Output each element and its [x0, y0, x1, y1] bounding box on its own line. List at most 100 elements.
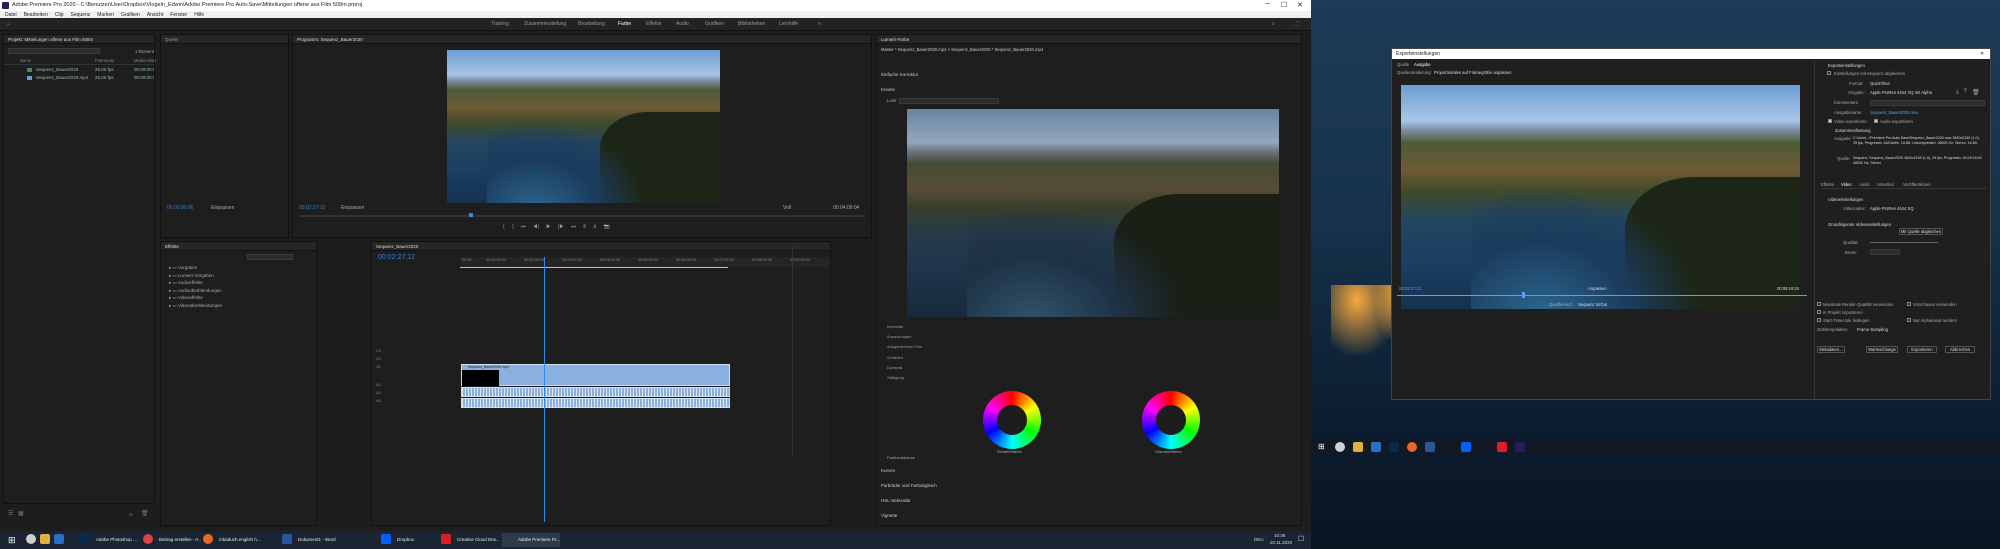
export-settings-header[interactable]: Exporteinstellungen	[1828, 63, 1865, 68]
program-playhead[interactable]	[469, 213, 473, 217]
list-view-icon[interactable]: ☰	[8, 510, 13, 517]
source-tab[interactable]: Quelle	[161, 35, 288, 44]
timeline-tab[interactable]: Sequenz_Bauer2020	[372, 242, 830, 251]
work-area-bar[interactable]	[460, 267, 728, 268]
section-farbrader[interactable]: Farbräder und Farbabgleich	[881, 483, 937, 488]
workspace-more-icon[interactable]: »	[818, 21, 821, 27]
slider-scharfen[interactable]: Schärfen	[887, 353, 922, 363]
video-clip[interactable]: Sequenz_Bauer2020.mp4	[461, 364, 730, 386]
slider-sattigung[interactable]: Sättigung	[887, 373, 922, 383]
summary-header[interactable]: Zusammenfassung	[1835, 128, 1871, 133]
workspace-training[interactable]: Training	[491, 21, 509, 27]
windows-start-icon-2[interactable]: ⊞	[1318, 442, 1325, 451]
close-button[interactable]: ✕	[1297, 1, 1303, 9]
step-forward-button[interactable]: |▶	[558, 224, 564, 230]
clock-time[interactable]: 10:38	[1274, 533, 1285, 538]
use-previews-checkbox[interactable]	[1907, 302, 1911, 306]
explorer-icon[interactable]	[40, 534, 50, 544]
audio-clip-a1[interactable]	[461, 387, 730, 397]
task-creative-cloud[interactable]: Creative Cloud Des...	[441, 533, 499, 547]
folder-audiouberblendungen[interactable]: ▸ ▭ Audioüberblendungen	[169, 287, 222, 295]
extract-button[interactable]: ⇩	[593, 224, 596, 230]
section-kurven[interactable]: Kurven	[881, 468, 895, 473]
section-vignette[interactable]: Vignette	[881, 513, 897, 518]
export-audio-checkbox[interactable]	[1874, 119, 1878, 123]
track-v3[interactable]: V3	[376, 347, 381, 355]
set-start-tc-checkbox[interactable]	[1817, 318, 1821, 322]
folder-videoeffekte[interactable]: ▸ ▭ Videoeffekte	[169, 294, 222, 302]
col-framerate[interactable]: Framerate	[95, 58, 114, 63]
store-icon[interactable]	[54, 534, 64, 544]
minimize-button[interactable]: ─	[1265, 1, 1270, 8]
alpha-only-checkbox[interactable]	[1907, 318, 1911, 322]
match-source-button[interactable]: Mit Quelle abgleichen	[1899, 228, 1943, 235]
chrome-icon[interactable]	[26, 534, 36, 544]
queue-button[interactable]: Warteschlange	[1866, 346, 1898, 353]
home-icon[interactable]: ⌂	[7, 21, 10, 27]
slider-anpassungen[interactable]: Anpassungen	[887, 332, 922, 342]
task-premiere[interactable]: Adobe Premiere Pr...	[502, 533, 560, 547]
tab-ausgabe[interactable]: Ausgabe	[1414, 62, 1431, 67]
track-a1[interactable]: A1	[376, 381, 381, 389]
workspace-farbe[interactable]: Farbe	[618, 21, 631, 27]
lumetri-tab[interactable]: Lumetri-Farbe	[877, 35, 1301, 44]
tab-quelle[interactable]: Quelle	[1397, 62, 1409, 67]
menu-fenster[interactable]: Fenster	[170, 12, 187, 18]
track-v1[interactable]: V1	[376, 363, 381, 371]
menu-hilfe[interactable]: Hilfe	[194, 12, 204, 18]
scaling-select[interactable]: Proportionales auf Framegröße anpassen	[1434, 70, 1512, 75]
output-name-link[interactable]: Sequenz_Bauer2020.mov	[1870, 110, 1918, 115]
task-mbaduch[interactable]: mbaduch english h...	[203, 533, 261, 547]
lift-button[interactable]: ⇧	[583, 224, 586, 230]
import-project-checkbox[interactable]	[1817, 310, 1821, 314]
notification-icon[interactable]: ☐	[1298, 535, 1304, 543]
source-fit-select[interactable]: Einpassen	[211, 205, 234, 211]
photoshop-icon-2[interactable]	[1389, 442, 1399, 452]
workspace-bearbeitung[interactable]: Bearbeitung	[578, 21, 605, 27]
menu-sequenz[interactable]: Sequenz	[71, 12, 91, 18]
fullscreen-icon[interactable]: ⛶	[1296, 21, 1300, 27]
export-video-checkbox[interactable]	[1828, 119, 1832, 123]
width-input[interactable]	[1870, 249, 1900, 255]
export-playhead[interactable]	[1522, 292, 1525, 298]
play-button[interactable]: ▶	[546, 224, 550, 230]
track-a2[interactable]: A2	[376, 389, 381, 397]
menu-datei[interactable]: Datei	[5, 12, 17, 18]
task-beitrag[interactable]: Beitrag erstellen - A...	[143, 533, 201, 547]
export-frame-button[interactable]: 📷	[604, 224, 610, 230]
step-back-button[interactable]: ◀|	[533, 224, 539, 230]
workspace-grafiken[interactable]: Grafiken	[705, 21, 724, 27]
go-to-out-button[interactable]: ⏭	[571, 224, 576, 230]
program-fit-select[interactable]: Einpassen	[341, 205, 364, 211]
slider-intensitat[interactable]: Intensität	[887, 322, 922, 332]
workspace-audio[interactable]: Audio	[676, 21, 689, 27]
video-settings-header[interactable]: Videoeinstellungen	[1828, 197, 1863, 202]
source-range-select[interactable]: Sequenz In/Out	[1578, 302, 1607, 307]
track-v2[interactable]: V2	[376, 355, 381, 363]
metadata-button[interactable]: Metadaten...	[1817, 346, 1845, 353]
icon-view-icon[interactable]: ▦	[18, 510, 24, 517]
firefox-icon-2[interactable]	[1407, 442, 1417, 452]
chrome-icon-2[interactable]	[1335, 442, 1345, 452]
tab-audio[interactable]: Audio	[1859, 182, 1870, 187]
slider-dynamik[interactable]: Dynamik	[887, 363, 922, 373]
task-dropbox[interactable]: Dropbox	[381, 533, 431, 547]
shadow-color-wheel[interactable]	[983, 391, 1041, 449]
quality-slider[interactable]	[1870, 242, 1938, 243]
premiere-icon-2[interactable]	[1515, 442, 1525, 452]
menu-bearbeiten[interactable]: Bearbeiten	[24, 12, 48, 18]
mark-out-button[interactable]: }	[512, 224, 514, 230]
section-einfache-korrektur[interactable]: Einfache Korrektur	[881, 72, 918, 77]
look-select[interactable]	[899, 98, 999, 104]
dropbox-icon-2[interactable]	[1461, 442, 1471, 452]
tab-effekte[interactable]: Effekte	[1821, 182, 1834, 187]
task-photoshop[interactable]: Adobe Photoshop ...	[80, 533, 140, 547]
cancel-button[interactable]: Abbrechen	[1945, 346, 1975, 353]
audio-clip-a2[interactable]	[461, 398, 730, 408]
menu-clip[interactable]: Clip	[55, 12, 64, 18]
program-quality-select[interactable]: Voll	[783, 205, 791, 211]
maximize-button[interactable]: ☐	[1281, 1, 1287, 9]
track-a3[interactable]: A3	[376, 397, 381, 405]
folder-vorgaben[interactable]: ▸ ▭ Vorgaben	[169, 264, 222, 272]
match-sequence-checkbox[interactable]	[1827, 71, 1831, 75]
